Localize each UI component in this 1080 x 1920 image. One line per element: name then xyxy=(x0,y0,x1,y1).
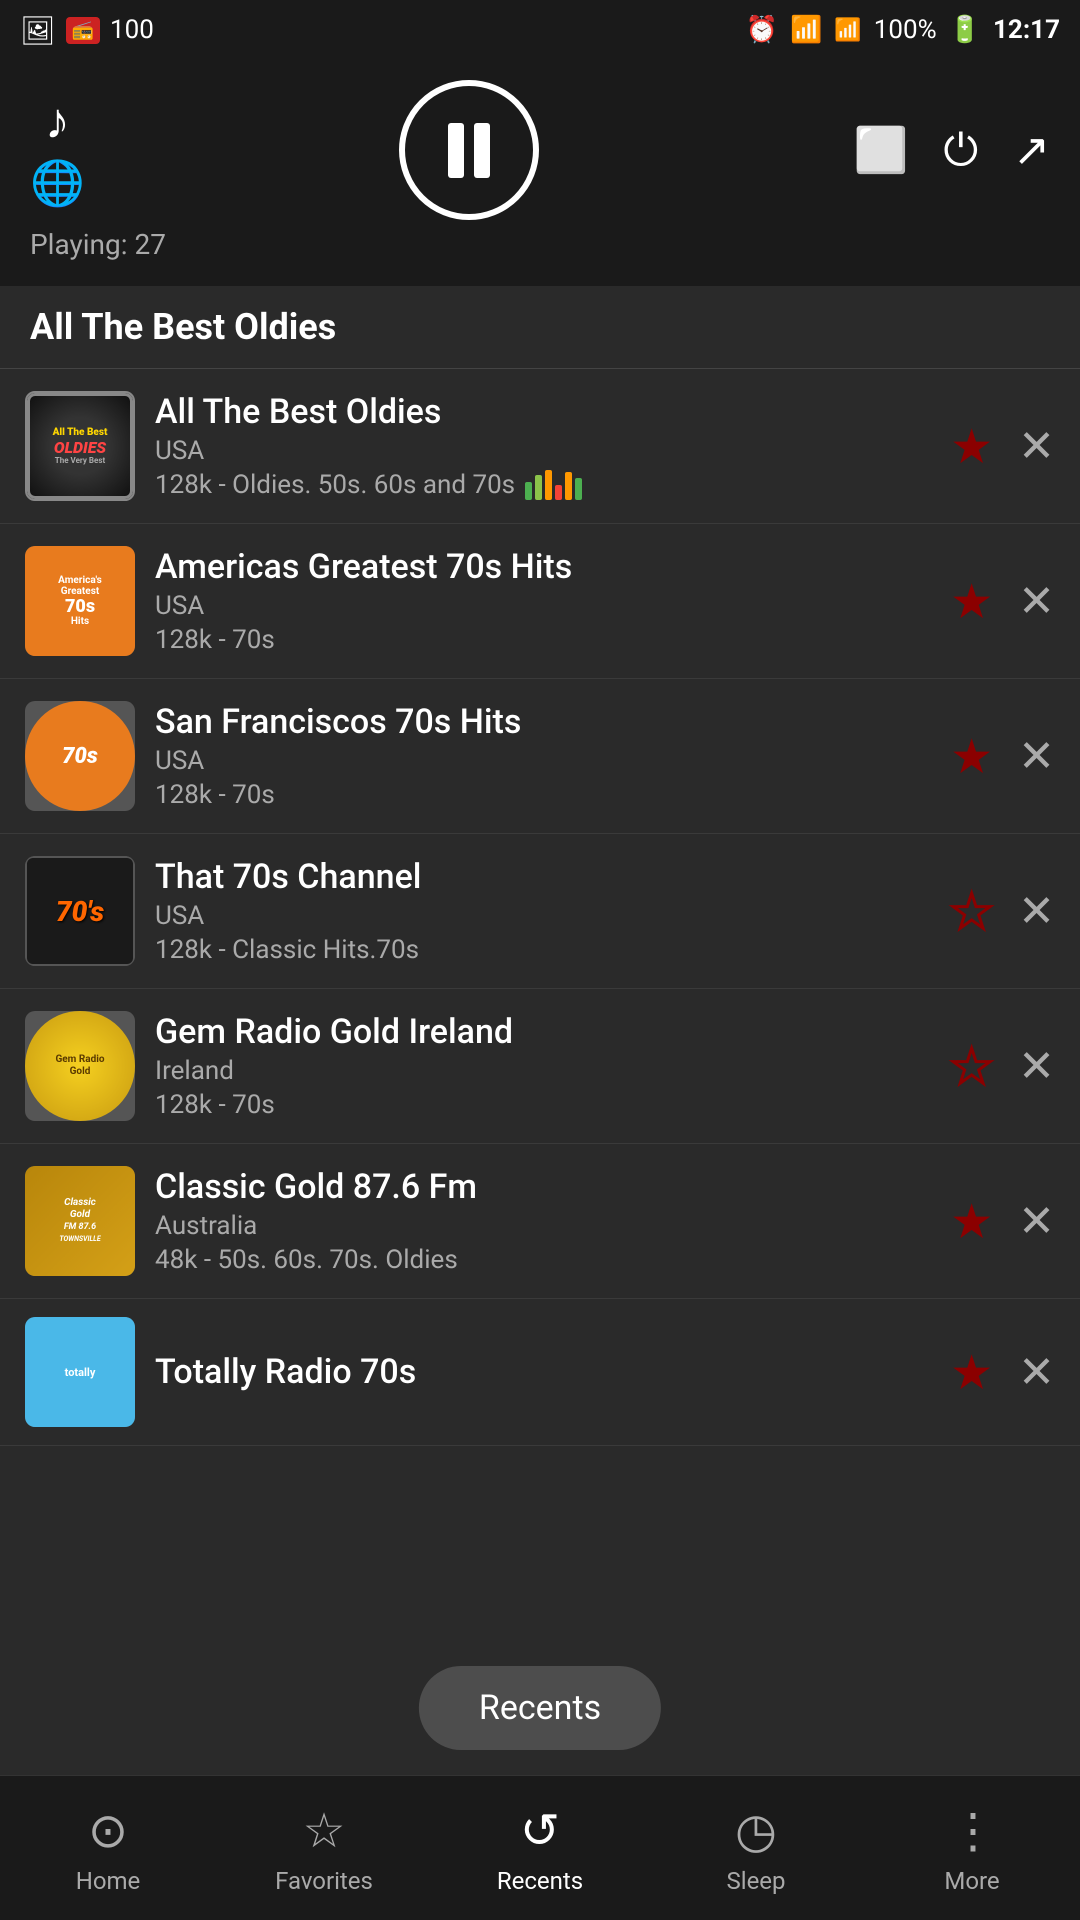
remove-station-button[interactable]: ✕ xyxy=(1018,1195,1055,1247)
nav-item-more[interactable]: ⋮ More xyxy=(864,1792,1080,1905)
player-controls-row: ♪ 🌐 ⬜ ⏻ ↗ xyxy=(30,80,1050,220)
player-header: ♪ 🌐 ⬜ ⏻ ↗ Playing: 27 xyxy=(0,60,1080,286)
station-logo: totally xyxy=(25,1317,135,1427)
station-logo: 70's xyxy=(25,856,135,966)
music-note-icon[interactable]: ♪ xyxy=(45,92,70,151)
remove-station-button[interactable]: ✕ xyxy=(1018,575,1055,627)
station-item[interactable]: Gem RadioGold Gem Radio Gold Ireland Ire… xyxy=(0,989,1080,1144)
pause-icon xyxy=(448,123,490,178)
remove-station-button[interactable]: ✕ xyxy=(1018,420,1055,472)
recents-icon: ↺ xyxy=(520,1802,560,1859)
notification-count: 100 xyxy=(110,15,154,45)
station-actions: ★ ✕ xyxy=(950,1344,1055,1401)
status-right: ⏰ 📶 📶 100% 🔋 12:17 xyxy=(746,15,1060,45)
station-actions: ★ ✕ xyxy=(950,883,1055,940)
playing-label: Playing: 27 xyxy=(30,228,166,261)
equalizer xyxy=(525,470,582,500)
globe-icon[interactable]: 🌐 xyxy=(30,157,85,209)
stop-button[interactable]: ⬜ xyxy=(854,124,909,176)
pause-button[interactable] xyxy=(399,80,539,220)
station-actions: ★ ✕ xyxy=(950,1193,1055,1250)
battery-icon: 🔋 xyxy=(949,15,981,45)
remove-station-button[interactable]: ✕ xyxy=(1018,730,1055,782)
share-button[interactable]: ↗ xyxy=(1013,124,1050,176)
alarm-icon: ⏰ xyxy=(746,15,778,45)
home-icon: ⊙ xyxy=(88,1802,128,1859)
station-actions: ★ ✕ xyxy=(950,418,1055,475)
battery-percent: 100% xyxy=(874,15,937,45)
station-actions: ★ ✕ xyxy=(950,573,1055,630)
signal-icon: 📶 xyxy=(834,18,861,43)
remove-station-button[interactable]: ✕ xyxy=(1018,885,1055,937)
nav-item-sleep[interactable]: ◷ Sleep xyxy=(648,1792,864,1905)
more-dots-icon: ⋮ xyxy=(949,1802,995,1859)
station-info: Classic Gold 87.6 Fm Australia 48k - 50s… xyxy=(155,1167,930,1275)
favorite-star-button[interactable]: ★ xyxy=(950,573,993,630)
recents-tooltip: Recents xyxy=(419,1666,661,1750)
station-info: Totally Radio 70s xyxy=(155,1352,930,1392)
station-logo: All The Best OLDIES The Very Best xyxy=(25,391,135,501)
power-button[interactable]: ⏻ xyxy=(943,124,978,176)
nav-item-home[interactable]: ⊙ Home xyxy=(0,1792,216,1905)
station-logo: ClassicGoldFM 87.6TOWNSVILLE xyxy=(25,1166,135,1276)
station-actions: ★ ✕ xyxy=(950,728,1055,785)
station-item[interactable]: 70's That 70s Channel USA 128k - Classic… xyxy=(0,834,1080,989)
favorites-star-icon: ☆ xyxy=(302,1802,345,1859)
station-item[interactable]: ClassicGoldFM 87.6TOWNSVILLE Classic Gol… xyxy=(0,1144,1080,1299)
station-info: That 70s Channel USA 128k - Classic Hits… xyxy=(155,857,930,965)
favorite-star-button[interactable]: ★ xyxy=(950,1193,993,1250)
favorite-star-button[interactable]: ★ xyxy=(950,1344,993,1401)
station-item[interactable]: All The Best OLDIES The Very Best All Th… xyxy=(0,369,1080,524)
station-logo: America'sGreatest70sHits xyxy=(25,546,135,656)
time-display: 12:17 xyxy=(993,15,1060,45)
station-logo: Gem RadioGold xyxy=(25,1011,135,1121)
wifi-icon: 📶 xyxy=(790,15,822,45)
station-item[interactable]: totally Totally Radio 70s ★ ✕ xyxy=(0,1299,1080,1446)
favorite-star-button[interactable]: ★ xyxy=(950,418,993,475)
station-list: All The Best OLDIES The Very Best All Th… xyxy=(0,369,1080,1446)
sleep-icon: ◷ xyxy=(735,1802,777,1859)
status-bar: 🖼 📻 100 ⏰ 📶 📶 100% 🔋 12:17 xyxy=(0,0,1080,60)
playing-status: Playing: 27 xyxy=(30,228,166,261)
player-left: ♪ 🌐 xyxy=(30,92,85,209)
station-logo: 70s xyxy=(25,701,135,811)
station-item[interactable]: America'sGreatest70sHits Americas Greate… xyxy=(0,524,1080,679)
station-item[interactable]: 70s San Franciscos 70s Hits USA 128k - 7… xyxy=(0,679,1080,834)
station-info: Gem Radio Gold Ireland Ireland 128k - 70… xyxy=(155,1012,930,1120)
now-playing-title: All The Best Oldies xyxy=(0,286,1080,369)
remove-station-button[interactable]: ✕ xyxy=(1018,1346,1055,1398)
nav-item-recents[interactable]: ↺ Recents xyxy=(432,1792,648,1905)
favorite-star-button[interactable]: ★ xyxy=(950,1038,993,1095)
remove-station-button[interactable]: ✕ xyxy=(1018,1040,1055,1092)
player-right-icons: ⬜ ⏻ ↗ xyxy=(854,124,1050,176)
station-info: Americas Greatest 70s Hits USA 128k - 70… xyxy=(155,547,930,655)
radio-app-icon: 📻 xyxy=(66,17,100,44)
station-actions: ★ ✕ xyxy=(950,1038,1055,1095)
station-info: All The Best Oldies USA 128k - Oldies. 5… xyxy=(155,392,930,500)
station-info: San Franciscos 70s Hits USA 128k - 70s xyxy=(155,702,930,810)
favorite-star-button[interactable]: ★ xyxy=(950,883,993,940)
bottom-nav: ⊙ Home ☆ Favorites ↺ Recents ◷ Sleep ⋮ M… xyxy=(0,1775,1080,1920)
photo-icon: 🖼 xyxy=(20,14,56,47)
status-left: 🖼 📻 100 xyxy=(20,14,154,47)
nav-item-favorites[interactable]: ☆ Favorites xyxy=(216,1792,432,1905)
favorite-star-button[interactable]: ★ xyxy=(950,728,993,785)
